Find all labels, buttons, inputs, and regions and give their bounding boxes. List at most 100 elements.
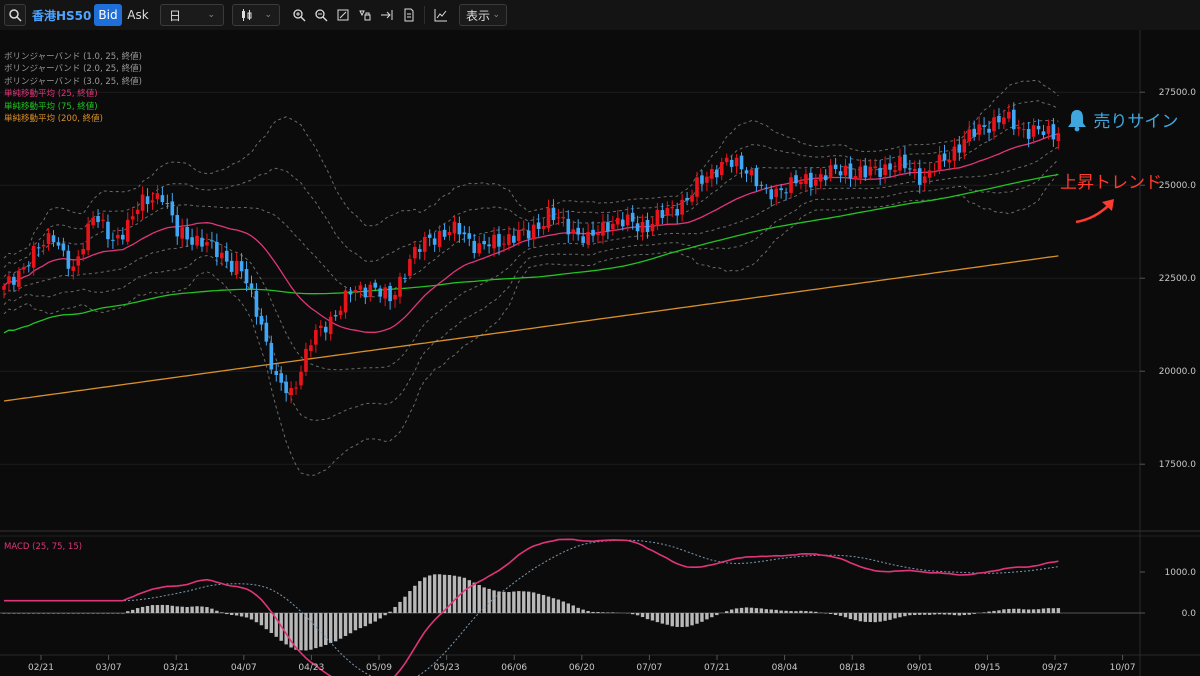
candle-body (497, 233, 501, 247)
macd-histogram-bar (388, 611, 392, 613)
macd-histogram-bar (923, 613, 927, 615)
macd-histogram-bar (531, 592, 536, 613)
candle-body (125, 219, 130, 242)
macd-histogram-bar (106, 613, 110, 614)
macd-histogram-bar (91, 613, 95, 614)
macd-histogram-bar (556, 599, 561, 613)
candle-body (992, 117, 996, 132)
candle-body (418, 249, 422, 252)
macd-histogram-bar (918, 613, 922, 615)
macd-histogram-bar (116, 613, 120, 614)
macd-histogram-bar (373, 613, 377, 622)
macd-histogram-bar (838, 613, 843, 616)
candle-body (299, 371, 303, 386)
candle-body (898, 156, 902, 171)
candle-body (284, 381, 288, 394)
macd-histogram-bar (17, 613, 21, 614)
macd-histogram-bar (378, 613, 382, 619)
candle-body (234, 260, 239, 275)
candle-body (358, 285, 363, 290)
macd-histogram-bar (195, 606, 199, 613)
candle-body (363, 287, 368, 298)
x-tick-label: 07/21 (704, 663, 730, 673)
macd-histogram-bar (155, 605, 160, 613)
candle-body (398, 276, 402, 297)
candle-body (932, 171, 937, 173)
macd-histogram-bar (27, 613, 31, 614)
candle-body (2, 286, 6, 290)
bell-icon (1068, 110, 1086, 132)
candle-body (289, 388, 293, 396)
macd-histogram-bar (828, 613, 833, 614)
candle-body (388, 285, 392, 302)
candle-body (205, 242, 209, 246)
macd-histogram-bar (428, 575, 432, 613)
candle-body (447, 231, 452, 235)
candle-body (601, 222, 605, 236)
macd-histogram-bar (903, 613, 907, 617)
candle-body (987, 128, 991, 133)
candle-body (160, 195, 165, 203)
candle-body (502, 243, 506, 245)
candle-body (536, 222, 541, 229)
macd-histogram-bar (452, 575, 457, 613)
macd-y-tick-label: 0.0 (1182, 609, 1197, 619)
macd-histogram-bar (86, 613, 90, 614)
candle-body (873, 166, 877, 169)
macd-histogram-bar (160, 604, 165, 613)
macd-histogram-bar (294, 613, 298, 650)
candle-body (759, 184, 764, 186)
candle-body (526, 230, 531, 239)
candle-body (596, 233, 600, 236)
macd-histogram-bar (324, 613, 328, 646)
candle-body (101, 219, 105, 221)
x-tick-label: 09/27 (1042, 663, 1068, 673)
candle-body (145, 196, 150, 205)
macd-histogram-bar (41, 613, 46, 614)
uptrend-annotation: 上昇トレンド (1060, 168, 1162, 193)
candle-body (254, 290, 259, 317)
candle-body (744, 170, 749, 174)
candle-body (492, 234, 496, 249)
macd-histogram-bar (180, 606, 184, 613)
macd-histogram-bar (507, 592, 511, 613)
macd-histogram-bar (898, 613, 902, 618)
macd-histogram-bar (398, 601, 402, 613)
x-tick-label: 08/04 (772, 663, 798, 673)
candle-body (606, 222, 610, 232)
macd-histogram-bar (690, 613, 694, 626)
candle-body (843, 165, 848, 176)
price-chart[interactable]: 27500.0 25000.0 22500.0 20000.0 17500.0 1000.… (0, 0, 1200, 676)
candle-body (913, 168, 917, 172)
legend-item: 単純移動平均 (200, 終値) (4, 114, 103, 124)
macd-histogram-bar (477, 585, 481, 613)
candle-body (818, 174, 823, 182)
candle-body (650, 224, 655, 232)
macd-histogram-bar (111, 613, 115, 614)
macd-histogram-bar (512, 591, 516, 613)
x-tick-label: 05/09 (366, 663, 392, 673)
candle-body (452, 221, 457, 234)
candle-body (116, 234, 120, 239)
macd-histogram-bar (264, 613, 269, 630)
candle-body (175, 214, 180, 237)
candle-body (917, 168, 922, 185)
x-tick-label: 09/01 (907, 663, 933, 673)
macd-histogram-bar (269, 613, 273, 634)
candle-body (1041, 131, 1046, 136)
candle-body (26, 265, 31, 267)
candle-body (76, 256, 81, 266)
candle-body (1026, 128, 1031, 139)
legend-item: 単純移動平均 (25, 終値) (4, 89, 98, 100)
candle-body (487, 244, 491, 247)
macd-histogram-bar (863, 613, 867, 622)
candle-body (200, 237, 204, 247)
x-tick-label: 09/15 (974, 663, 1000, 673)
candle-body (888, 163, 892, 170)
candle-body (190, 237, 194, 245)
legend-item: ボリンジャーバンド (1.0, 25, 終値) (4, 52, 142, 62)
macd-histogram-bar (517, 591, 521, 613)
macd-histogram-bar (467, 580, 471, 613)
macd-histogram-bar (601, 612, 605, 613)
macd-histogram-bar (363, 613, 368, 627)
